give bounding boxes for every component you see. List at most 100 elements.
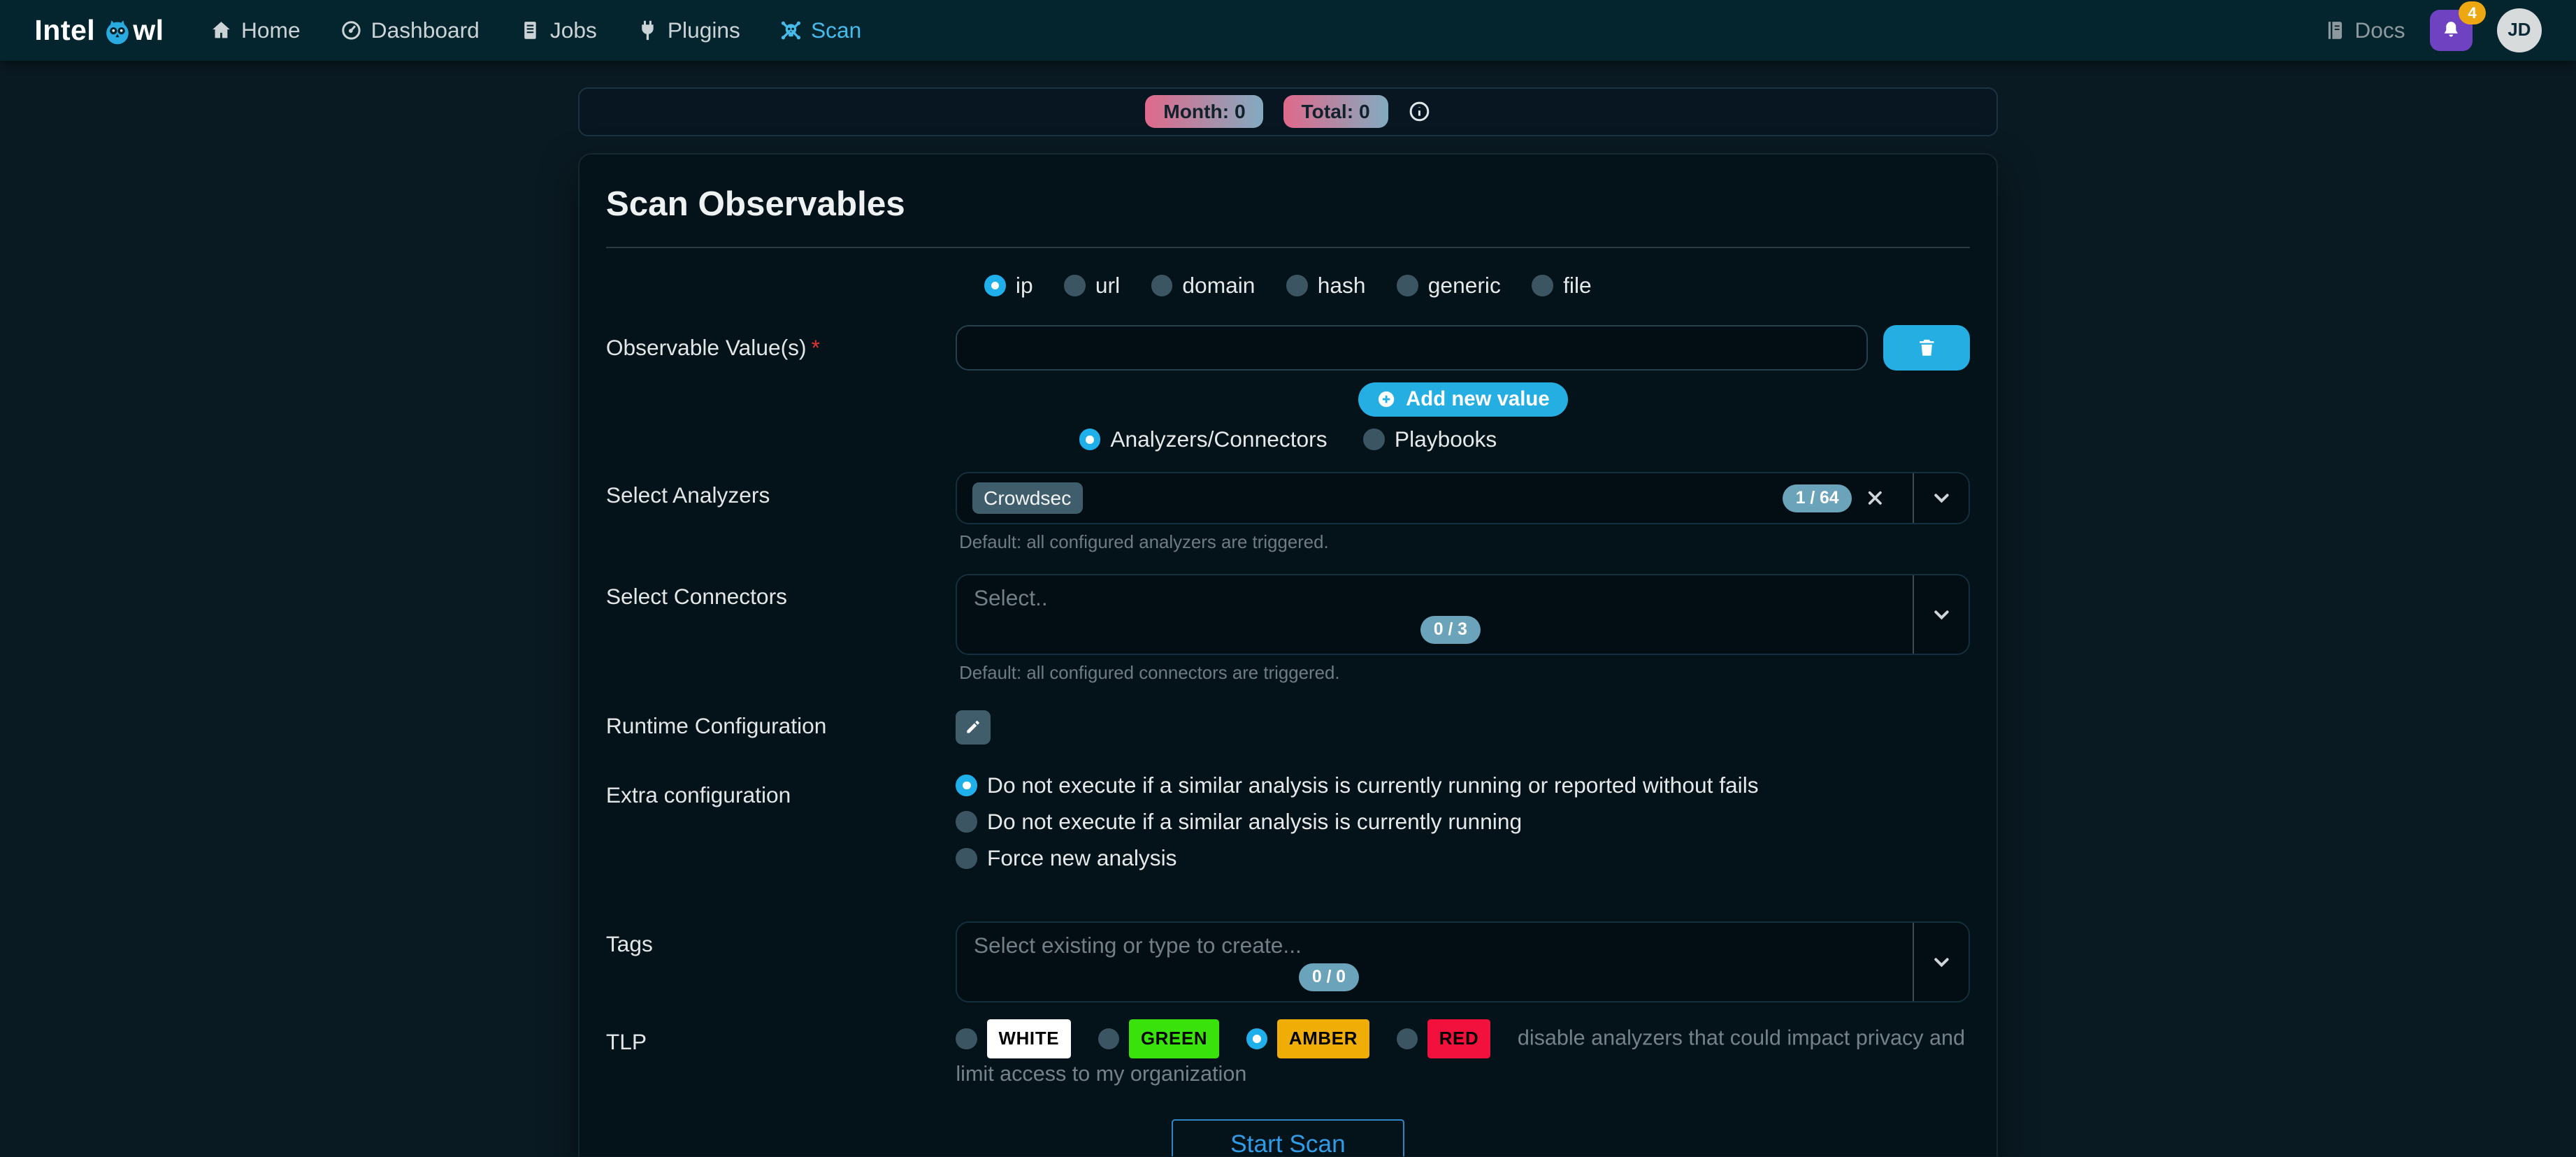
tlp-option-red[interactable]: RED [1397, 1019, 1490, 1058]
radio-icon [956, 1028, 977, 1050]
brand-text-prefix: Intel [34, 14, 95, 47]
page-title: Scan Observables [606, 184, 1970, 224]
type-radio-file[interactable]: file [1532, 273, 1591, 299]
radio-icon [1286, 275, 1308, 296]
chevron-down-icon [1930, 951, 1953, 974]
chevron-down-icon [1930, 487, 1953, 510]
nav-item-label: Home [241, 17, 301, 43]
analyzer-chip-crowdsec[interactable]: Crowdsec [972, 482, 1083, 514]
nav-item-label: Jobs [550, 17, 597, 43]
analyzers-count-badge: 1 / 64 [1783, 484, 1852, 512]
tlp-label: TLP [606, 1019, 956, 1090]
type-radio-ip[interactable]: ip [984, 273, 1032, 299]
analyzers-dropdown-toggle[interactable] [1913, 473, 1969, 523]
navbar: Intel wl Home Dashboard [0, 0, 2576, 61]
add-new-value-button[interactable]: Add new value [1358, 382, 1568, 417]
scan-skull-icon [779, 19, 803, 42]
nav-item-label: Scan [811, 17, 861, 43]
tags-multiselect[interactable]: Select existing or type to create... 0 /… [956, 921, 1970, 1003]
delete-value-button[interactable] [1883, 325, 1971, 371]
mode-radio-playbooks[interactable]: Playbooks [1363, 426, 1497, 452]
radio-icon [1532, 275, 1553, 296]
tags-count-badge: 0 / 0 [1299, 963, 1359, 991]
tlp-option-white[interactable]: WHITE [956, 1019, 1070, 1058]
brand-logo[interactable]: Intel wl [34, 14, 164, 47]
observable-type-group: ip url domain hash generic file [606, 273, 1970, 299]
docs-label: Docs [2354, 17, 2405, 43]
notifications-button[interactable]: 4 [2430, 10, 2473, 51]
observable-value-redacted [972, 337, 1074, 359]
jobs-list-icon [519, 19, 542, 42]
docs-link[interactable]: Docs [2324, 17, 2405, 43]
extra-config-label: Extra configuration [606, 772, 956, 882]
navbar-right: Docs 4 JD [2324, 8, 2542, 52]
extra-config-radio-0[interactable]: Do not execute if a similar analysis is … [956, 772, 1970, 798]
connectors-count-badge: 0 / 3 [1420, 616, 1481, 644]
month-count-badge: Month: 0 [1145, 95, 1263, 128]
home-icon [210, 19, 233, 42]
connectors-multiselect[interactable]: Select.. 0 / 3 [956, 574, 1970, 655]
observable-value-input[interactable] [956, 325, 1868, 371]
total-count-badge: Total: 0 [1283, 95, 1388, 128]
user-avatar[interactable]: JD [2497, 8, 2541, 52]
radio-icon [984, 275, 1006, 296]
type-radio-domain[interactable]: domain [1151, 273, 1255, 299]
tlp-option-green[interactable]: GREEN [1098, 1019, 1219, 1058]
tags-dropdown-toggle[interactable] [1913, 923, 1969, 1001]
trash-icon [1916, 337, 1938, 359]
clear-analyzers-icon[interactable] [1852, 487, 1898, 509]
connectors-dropdown-toggle[interactable] [1913, 575, 1969, 654]
bell-icon [2440, 20, 2462, 41]
radio-icon [1151, 275, 1173, 296]
nav-item-dashboard[interactable]: Dashboard [340, 17, 480, 43]
notifications-count-badge: 4 [2459, 1, 2485, 24]
nav-item-label: Plugins [668, 17, 740, 43]
tlp-row: TLP WHITE GREEN AMBER RED disable analyz… [606, 1019, 1970, 1090]
connectors-helper-text: Default: all configured connectors are t… [959, 663, 1970, 684]
owl-logo-icon [103, 17, 131, 45]
nav-menu: Home Dashboard Jobs Plugins Scan [210, 17, 861, 43]
pencil-icon [964, 718, 982, 736]
tlp-option-amber[interactable]: AMBER [1246, 1019, 1369, 1058]
extra-config-radio-2[interactable]: Force new analysis [956, 845, 1970, 871]
analysis-mode-group: Analyzers/Connectors Playbooks [606, 426, 1970, 452]
type-radio-hash[interactable]: hash [1286, 273, 1365, 299]
main-container: Month: 0 Total: 0 Scan Observables ip ur… [578, 87, 1997, 1157]
select-analyzers-label: Select Analyzers [606, 472, 956, 552]
nav-item-scan[interactable]: Scan [779, 17, 861, 43]
nav-item-plugins[interactable]: Plugins [636, 17, 740, 43]
observable-value-label: Observable Value(s)* [606, 325, 956, 420]
radio-icon [1363, 429, 1385, 450]
tlp-badge-red: RED [1427, 1019, 1490, 1058]
start-scan-button[interactable]: Start Scan [1172, 1119, 1405, 1156]
analyzers-multiselect[interactable]: Crowdsec 1 / 64 [956, 472, 1970, 524]
nav-item-home[interactable]: Home [210, 17, 300, 43]
radio-icon [956, 775, 977, 796]
select-analyzers-row: Select Analyzers Crowdsec 1 / 64 [606, 472, 1970, 552]
radio-icon [1397, 1028, 1418, 1050]
runtime-config-label: Runtime Configuration [606, 703, 956, 745]
tlp-badge-white: WHITE [987, 1019, 1071, 1058]
job-stats-bar: Month: 0 Total: 0 [578, 87, 1997, 137]
title-divider [606, 247, 1970, 248]
extra-config-row: Extra configuration Do not execute if a … [606, 772, 1970, 882]
docs-book-icon [2324, 19, 2347, 42]
mode-radio-analyzers-connectors[interactable]: Analyzers/Connectors [1079, 426, 1327, 452]
nav-item-jobs[interactable]: Jobs [519, 17, 597, 43]
radio-icon [1246, 1028, 1268, 1050]
radio-icon [1079, 429, 1101, 450]
edit-runtime-config-button[interactable] [956, 710, 990, 745]
radio-icon [956, 811, 977, 833]
brand-text-suffix: wl [133, 14, 164, 47]
extra-config-radio-1[interactable]: Do not execute if a similar analysis is … [956, 809, 1970, 835]
info-icon[interactable] [1408, 100, 1431, 123]
radio-icon [1397, 275, 1418, 296]
type-radio-generic[interactable]: generic [1397, 273, 1501, 299]
select-connectors-row: Select Connectors Select.. 0 / 3 Default… [606, 574, 1970, 684]
type-radio-url[interactable]: url [1064, 273, 1120, 299]
connectors-placeholder: Select.. [974, 585, 1897, 611]
tags-placeholder: Select existing or type to create... [974, 933, 1897, 958]
plugins-plug-icon [636, 19, 659, 42]
intelowl-scan-page: Intel wl Home Dashboard [0, 0, 2576, 1156]
tlp-badge-green: GREEN [1129, 1019, 1218, 1058]
